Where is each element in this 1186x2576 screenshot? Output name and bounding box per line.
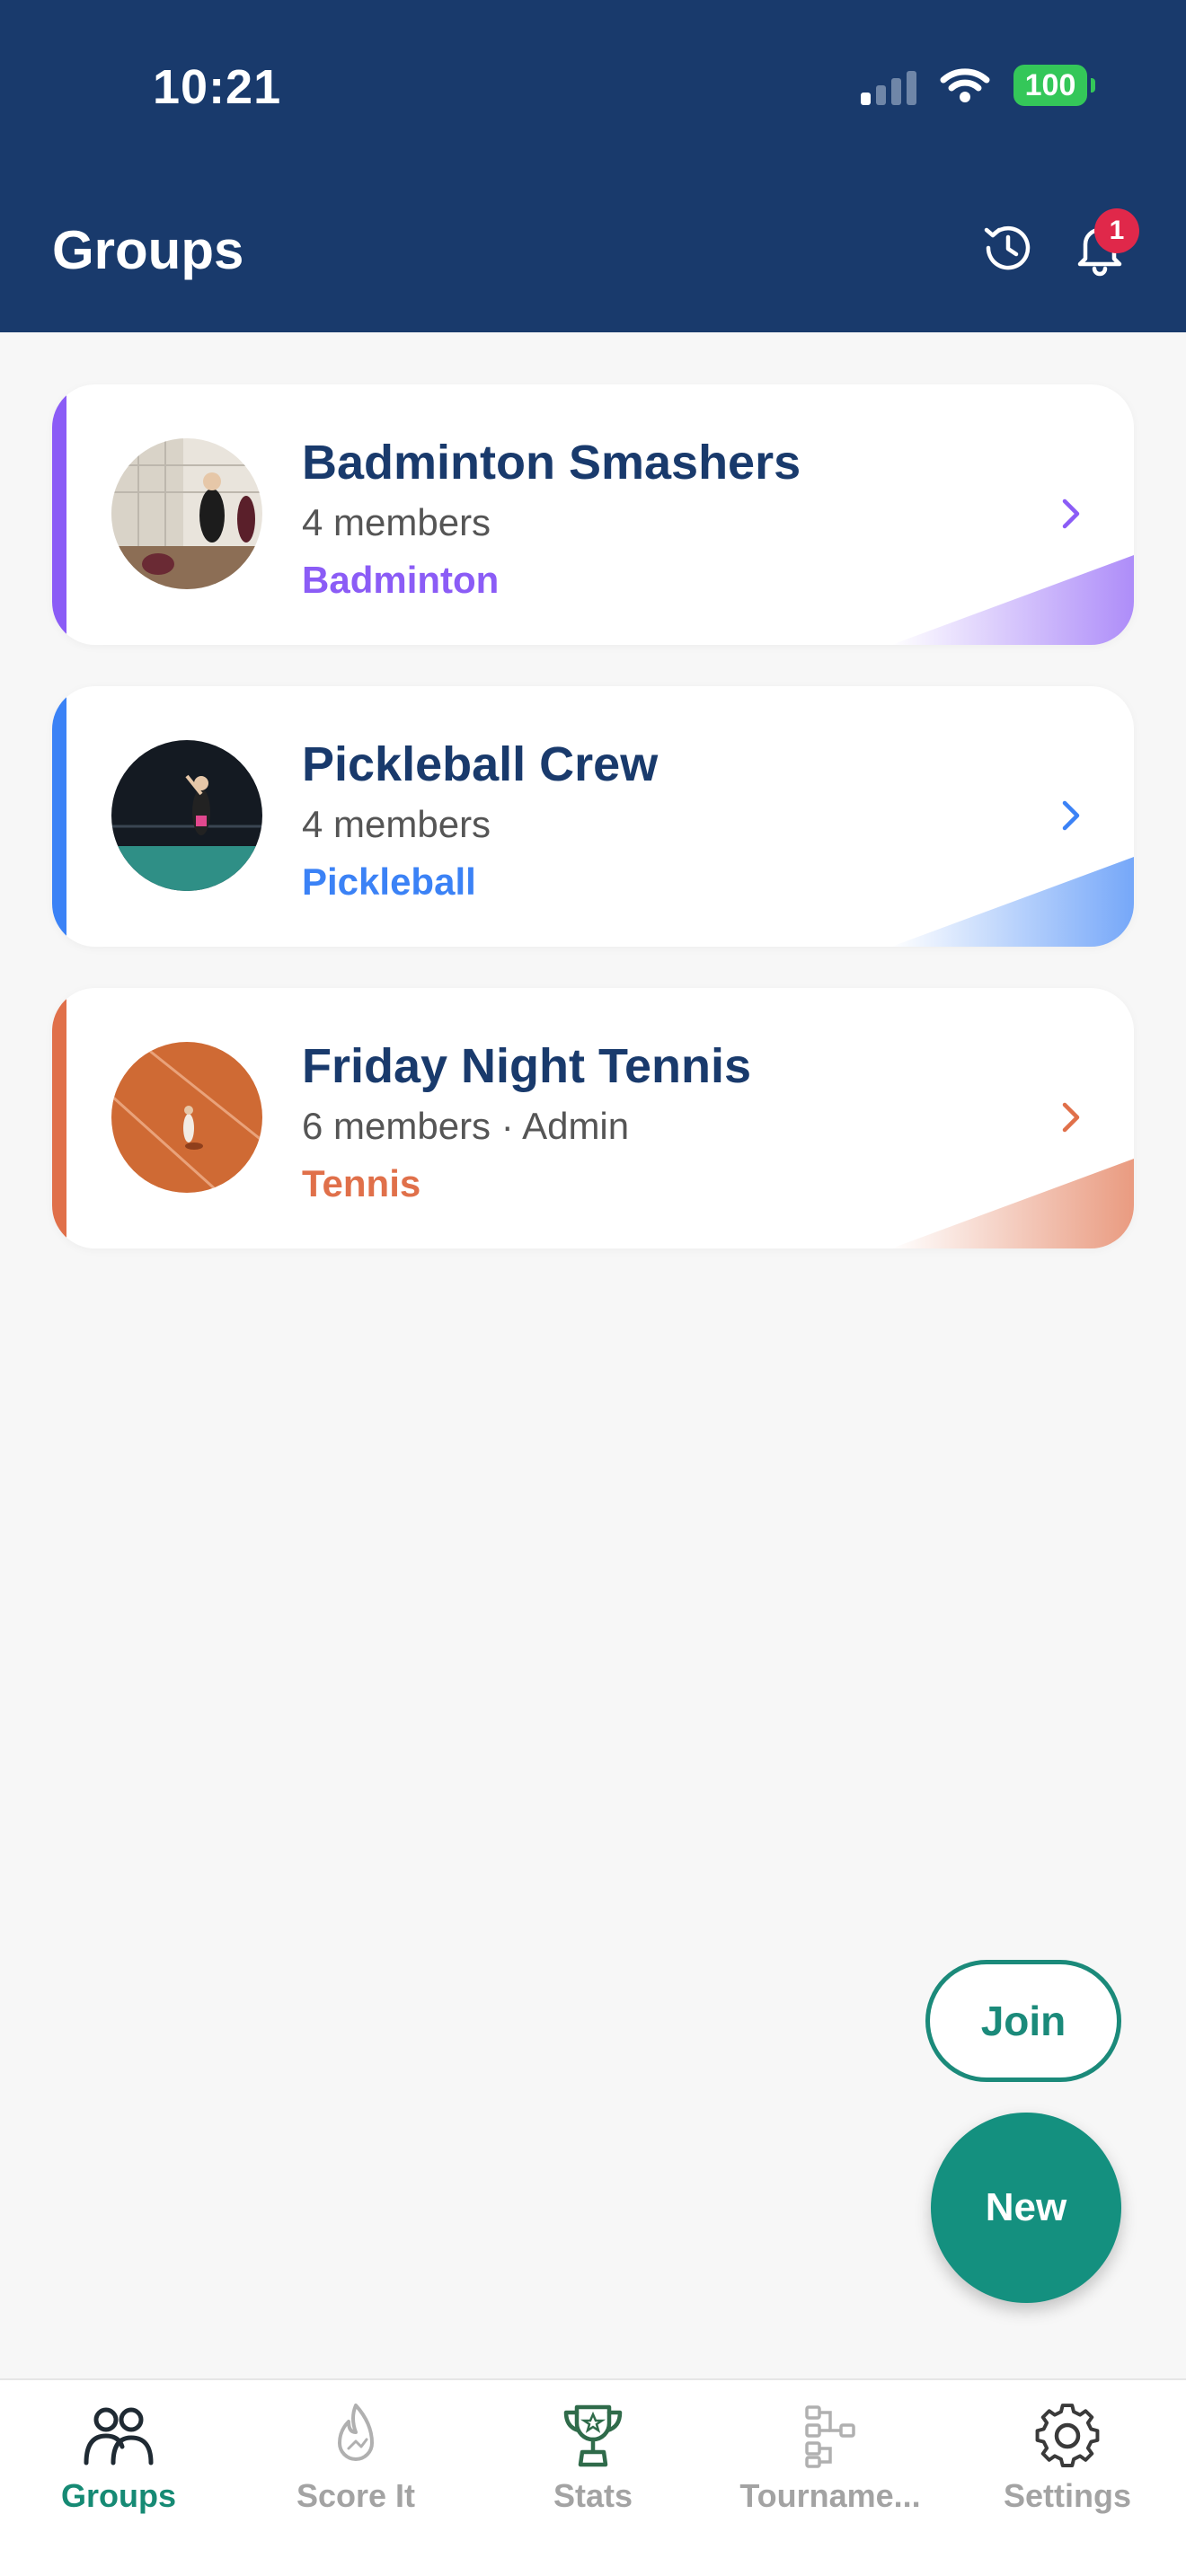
bottom-tab-bar: Groups Score It Stats Tourname... Settin…	[0, 2378, 1186, 2576]
card-accent-bar	[52, 988, 66, 1248]
group-sport: Badminton	[302, 559, 500, 601]
group-card-badminton[interactable]: Badminton Smashers 4 members Badminton	[52, 384, 1134, 645]
group-sport: Tennis	[302, 1162, 421, 1204]
group-avatar	[111, 438, 262, 589]
tab-label: Groups	[60, 2477, 176, 2514]
chevron-right-icon	[1062, 1102, 1080, 1133]
history-button[interactable]	[970, 212, 1042, 284]
cellular-signal-icon	[861, 66, 916, 105]
tab-label: Score It	[296, 2477, 416, 2514]
tab-groups[interactable]: Groups	[0, 2402, 237, 2554]
tab-label: Stats	[553, 2477, 633, 2514]
new-group-button[interactable]: New	[931, 2113, 1121, 2303]
group-avatar	[111, 740, 262, 891]
group-name: Friday Night Tennis	[302, 1039, 752, 1093]
battery-indicator: 100	[1013, 65, 1095, 106]
card-accent-bar	[52, 686, 66, 947]
trophy-icon	[563, 2404, 623, 2467]
tab-label: Settings	[1003, 2477, 1131, 2514]
people-icon	[84, 2407, 154, 2466]
group-members: 4 members	[302, 803, 491, 845]
group-card-pickleball[interactable]: Pickleball Crew 4 members Pickleball	[52, 686, 1134, 947]
card-accent-bar	[52, 384, 66, 645]
tab-label: Tourname...	[739, 2477, 921, 2514]
group-members: 6 members · Admin	[302, 1105, 630, 1147]
group-avatar	[111, 1042, 262, 1193]
app-header: 10:21 100 Groups 1	[0, 0, 1186, 332]
bracket-icon	[805, 2405, 855, 2468]
group-members: 4 members	[302, 501, 491, 543]
history-icon	[984, 225, 1031, 270]
group-name: Pickleball Crew	[302, 737, 659, 791]
tab-stats[interactable]: Stats	[474, 2402, 712, 2554]
status-indicators: 100	[861, 63, 1095, 108]
group-card-tennis[interactable]: Friday Night Tennis 6 members · Admin Te…	[52, 988, 1134, 1248]
card-corner-decoration	[891, 857, 1134, 947]
group-name: Badminton Smashers	[302, 436, 801, 490]
page-title: Groups	[52, 220, 244, 280]
notifications-button[interactable]: 1	[1064, 208, 1139, 284]
chevron-right-icon	[1062, 800, 1080, 831]
tab-tournaments[interactable]: Tourname...	[712, 2402, 949, 2554]
card-corner-decoration	[891, 555, 1134, 645]
gear-icon	[1035, 2404, 1100, 2467]
notification-badge: 1	[1094, 208, 1139, 253]
tab-settings[interactable]: Settings	[949, 2402, 1186, 2554]
chevron-right-icon	[1062, 498, 1080, 529]
wifi-icon	[940, 68, 990, 102]
group-sport: Pickleball	[302, 860, 476, 903]
tab-score-it[interactable]: Score It	[237, 2402, 474, 2554]
status-time: 10:21	[153, 60, 282, 114]
flame-icon	[338, 2404, 374, 2461]
join-group-button[interactable]: Join	[925, 1960, 1121, 2082]
card-corner-decoration	[891, 1159, 1134, 1248]
